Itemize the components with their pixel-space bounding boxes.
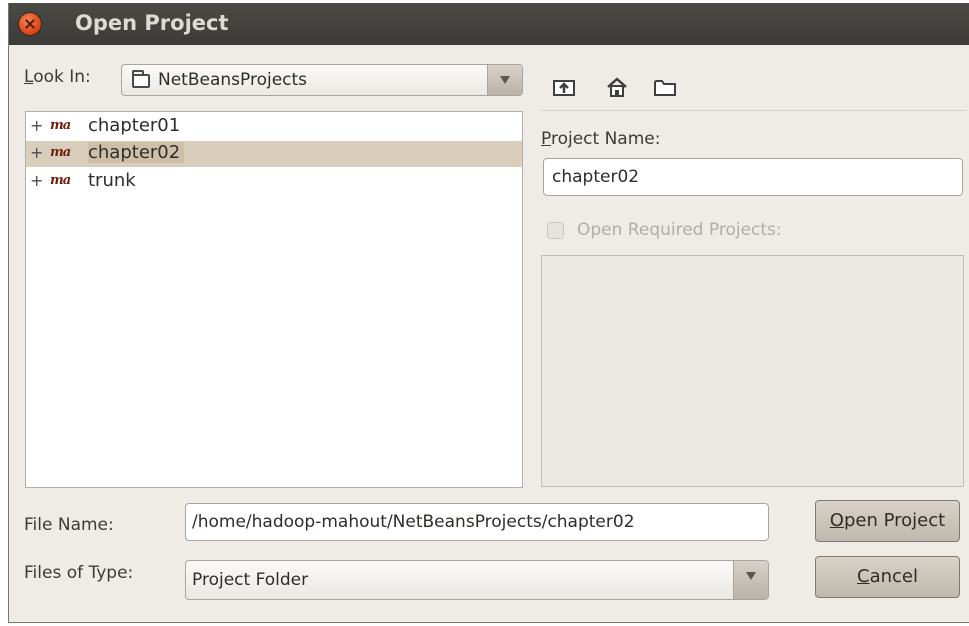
open-project-dialog: Open Project Look In: NetBeansProjects +… xyxy=(8,3,969,623)
maven-icon: ma xyxy=(50,145,71,160)
tree-item-trunk[interactable]: + ma trunk xyxy=(26,169,522,195)
home-icon[interactable] xyxy=(605,75,629,99)
open-project-button[interactable]: Open Project xyxy=(815,500,960,542)
open-required-checkbox[interactable] xyxy=(547,222,564,239)
up-one-level-icon[interactable] xyxy=(552,75,576,99)
expand-icon[interactable]: + xyxy=(30,171,43,190)
cancel-button[interactable]: Cancel xyxy=(815,556,960,598)
project-name-value: chapter02 xyxy=(552,167,640,187)
dialog-title: Open Project xyxy=(75,11,229,35)
project-name-label: Project Name: xyxy=(541,129,661,149)
title-bar: Open Project xyxy=(9,3,969,45)
close-icon[interactable] xyxy=(19,13,41,35)
look-in-combo[interactable]: NetBeansProjects xyxy=(121,64,523,96)
maven-icon: ma xyxy=(50,173,71,188)
new-folder-icon[interactable] xyxy=(653,75,677,99)
file-name-label: File Name: xyxy=(24,515,114,535)
files-of-type-label: Files of Type: xyxy=(24,563,134,583)
look-in-value: NetBeansProjects xyxy=(158,70,308,90)
expand-icon[interactable]: + xyxy=(30,116,43,135)
required-projects-list xyxy=(541,255,964,487)
tree-item-chapter02[interactable]: + ma chapter02 xyxy=(26,141,522,167)
tree-item-label: chapter01 xyxy=(88,115,181,136)
files-of-type-combo[interactable]: Project Folder xyxy=(185,560,769,600)
look-in-label: Look In: xyxy=(24,67,91,87)
expand-icon[interactable]: + xyxy=(30,143,43,162)
chevron-down-icon[interactable] xyxy=(733,561,768,599)
folder-icon xyxy=(132,70,150,88)
files-of-type-value: Project Folder xyxy=(192,570,309,590)
maven-icon: ma xyxy=(50,118,71,133)
project-tree[interactable]: + ma chapter01 + ma chapter02 + ma trunk xyxy=(25,111,523,488)
tree-item-label: chapter02 xyxy=(88,142,185,163)
toolbar-separator xyxy=(541,110,967,111)
tree-item-chapter01[interactable]: + ma chapter01 xyxy=(26,114,522,140)
tree-item-label: trunk xyxy=(88,170,136,191)
file-name-value: /home/hadoop-mahout/NetBeansProjects/cha… xyxy=(192,512,635,532)
file-name-field[interactable]: /home/hadoop-mahout/NetBeansProjects/cha… xyxy=(185,503,769,541)
chevron-down-icon[interactable] xyxy=(487,65,522,95)
project-name-field[interactable]: chapter02 xyxy=(543,158,963,196)
open-required-label: Open Required Projects: xyxy=(577,220,782,240)
